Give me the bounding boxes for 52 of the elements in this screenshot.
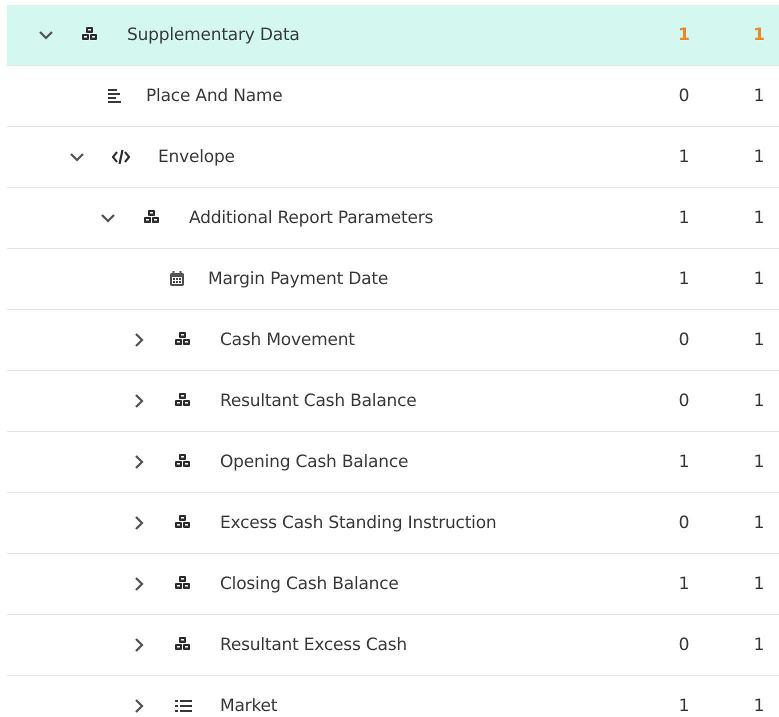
node-label: Resultant Cash Balance [220, 391, 417, 411]
node-label: Closing Cash Balance [220, 574, 399, 594]
tree-row[interactable]: Market 1 1 [7, 676, 779, 717]
tree-row[interactable]: Resultant Excess Cash 0 1 [7, 615, 779, 676]
node-label: Resultant Excess Cash [220, 635, 407, 655]
count-value: 1 [678, 147, 690, 167]
tree-row[interactable]: Excess Cash Standing Instruction 0 1 [7, 493, 779, 554]
tree-row[interactable]: Place And Name 0 1 [7, 66, 779, 127]
count-value: 1 [752, 86, 766, 106]
count-value: 1 [752, 452, 766, 472]
count-value: 1 [752, 391, 766, 411]
node-label: Cash Movement [220, 330, 355, 350]
node-label: Margin Payment Date [208, 269, 388, 289]
node-label: Envelope [158, 147, 235, 167]
count-value: 1 [678, 269, 690, 289]
count-value: 1 [752, 208, 766, 228]
node-label: Excess Cash Standing Instruction [220, 513, 496, 533]
bulleted-list-icon [174, 697, 192, 715]
count-value: 1 [752, 513, 766, 533]
count-value: 0 [678, 513, 690, 533]
count-value: 1 [752, 635, 766, 655]
count-value: 0 [678, 391, 690, 411]
tree-row[interactable]: Closing Cash Balance 1 1 [7, 554, 779, 615]
tree-row[interactable]: Envelope 1 1 [7, 127, 779, 188]
tree-row[interactable]: Margin Payment Date 1 1 [7, 249, 779, 310]
count-value: 1 [678, 574, 690, 594]
node-label: Supplementary Data [127, 25, 300, 45]
tree-row[interactable]: Supplementary Data 1 1 [7, 5, 779, 66]
count-value: 1 [752, 574, 766, 594]
tree-row[interactable]: Cash Movement 0 1 [7, 310, 779, 371]
count-value: 0 [678, 635, 690, 655]
count-value: 1 [678, 452, 690, 472]
node-label: Place And Name [146, 86, 283, 106]
text-lines-icon [106, 87, 124, 105]
count-value: 1 [752, 25, 766, 45]
node-label: Opening Cash Balance [220, 452, 408, 472]
count-value: 1 [677, 25, 691, 45]
tree-row[interactable]: Opening Cash Balance 1 1 [7, 432, 779, 493]
count-value: 1 [678, 696, 690, 716]
node-label: Market [220, 696, 278, 716]
count-value: 1 [678, 208, 690, 228]
node-label: Additional Report Parameters [189, 208, 434, 228]
count-value: 1 [752, 330, 766, 350]
tree-row[interactable]: Additional Report Parameters 1 1 [7, 188, 779, 249]
tree-row[interactable]: Resultant Cash Balance 0 1 [7, 371, 779, 432]
count-value: 1 [752, 269, 766, 289]
code-icon [112, 148, 130, 166]
calendar-icon [168, 270, 186, 288]
count-value: 1 [752, 147, 766, 167]
count-value: 0 [678, 330, 690, 350]
count-value: 0 [678, 86, 690, 106]
count-value: 1 [752, 696, 766, 716]
